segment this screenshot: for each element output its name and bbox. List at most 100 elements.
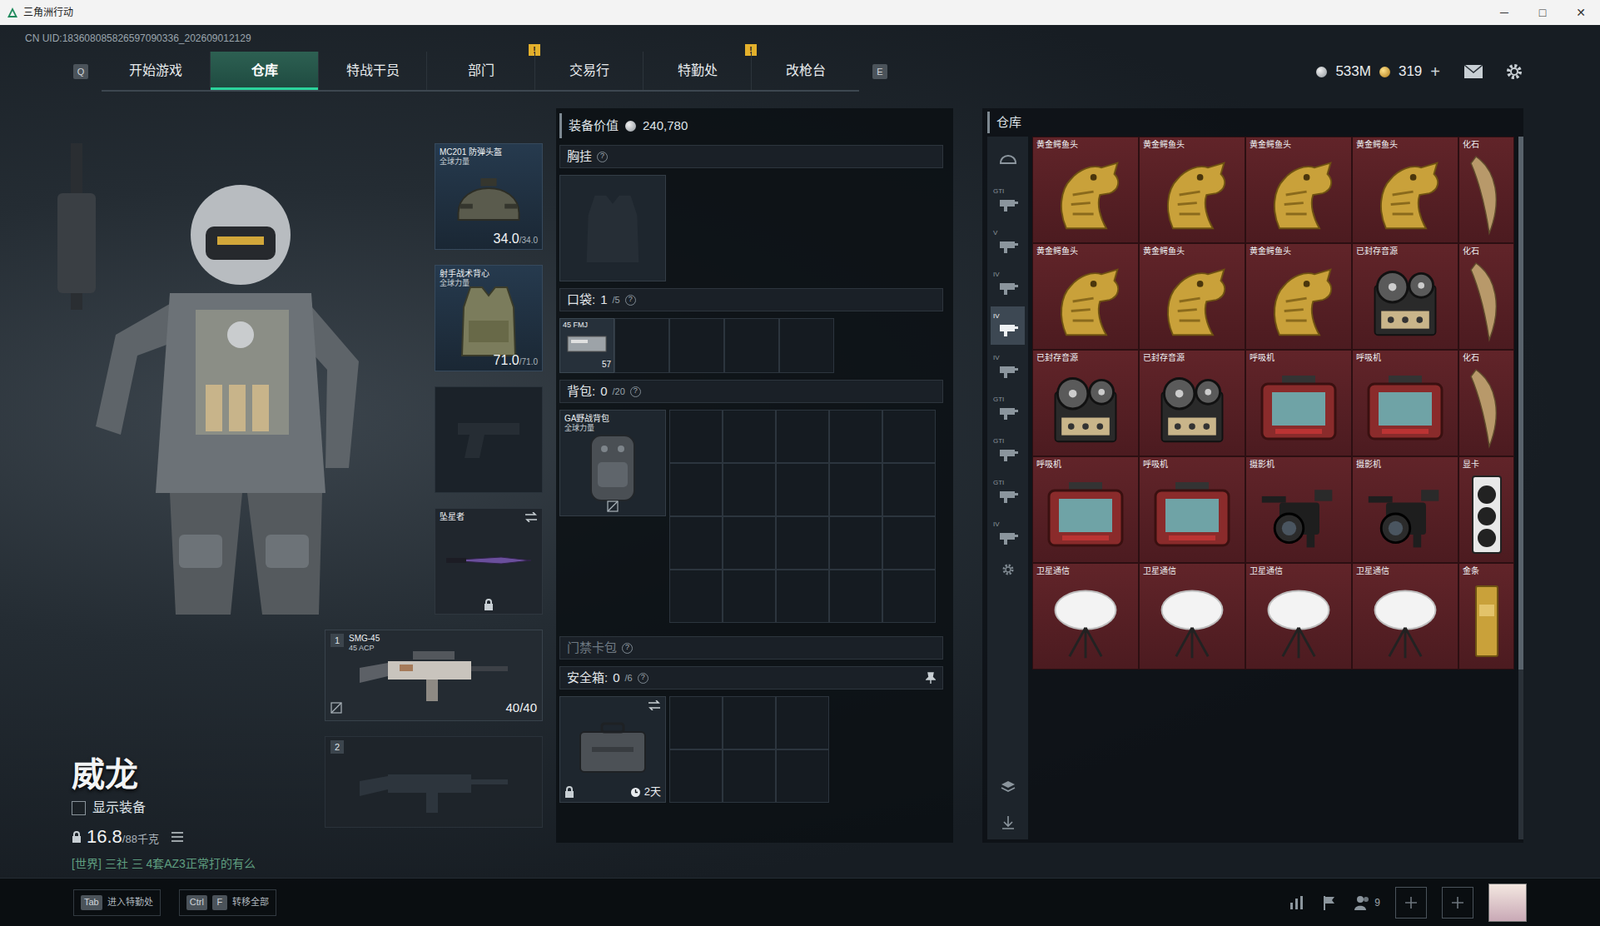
grid-cell[interactable] [775,749,830,803]
category-tab[interactable]: GTI [990,472,1025,512]
scrollbar[interactable] [1518,136,1524,840]
pocket-slot[interactable] [669,318,725,373]
settings-gear-icon[interactable] [1505,62,1524,81]
nav-tab[interactable]: 仓库 [209,51,319,90]
friends-button[interactable]: 9 [1352,894,1381,911]
warehouse-item[interactable]: 化石 [1458,243,1515,350]
safe-box-slot[interactable]: 2天 [559,695,666,803]
help-icon[interactable]: ? [630,386,641,398]
scrollbar-thumb[interactable] [1518,136,1524,670]
warehouse-item[interactable]: 显卡 [1458,456,1515,563]
warehouse-item[interactable]: 黄金鳄鱼头 [1032,243,1139,350]
checkbox[interactable] [71,800,86,815]
help-icon[interactable]: ? [596,151,608,163]
window-control[interactable]: ─ [1485,0,1524,25]
grid-cell[interactable] [829,569,883,623]
grid-cell[interactable] [829,462,883,517]
invite-slot[interactable] [1441,886,1474,919]
invite-slot[interactable] [1395,886,1427,919]
pin-icon[interactable] [925,671,936,684]
warehouse-item[interactable]: 摄影机 [1245,456,1352,563]
grid-cell[interactable] [722,462,776,517]
warehouse-item[interactable]: 已封存音源 [1138,349,1246,457]
grid-cell[interactable] [722,569,776,623]
warehouse-item[interactable]: 卫星通信 [1245,562,1352,670]
grid-cell[interactable] [669,569,723,623]
warehouse-item[interactable]: 黄金鳄鱼头 [1245,243,1352,350]
stats-chart-icon[interactable] [1287,894,1307,911]
warehouse-item[interactable]: 黄金鳄鱼头 [1032,136,1139,244]
warehouse-item[interactable]: 卫星通信 [1351,562,1459,670]
grid-cell[interactable] [669,749,723,803]
show-gear-toggle[interactable]: 显示装备 [71,797,322,818]
nav-tab[interactable]: 部门! [426,51,535,90]
grid-cell[interactable] [669,409,723,463]
swap-icon[interactable] [524,511,538,522]
category-tab[interactable]: GTI [990,389,1025,428]
nav-tab[interactable]: 交易行 [534,51,643,90]
list-icon[interactable] [170,830,184,843]
grid-cell[interactable] [829,516,883,570]
key-hint[interactable]: CtrlF转移全部 [178,889,277,916]
add-currency-button[interactable]: + [1430,59,1441,85]
grid-cell[interactable] [669,462,723,517]
grid-cell[interactable] [775,409,830,463]
nav-tab[interactable]: 特战干员 [318,51,427,90]
nav-tab[interactable]: 改枪台 [750,51,860,90]
grid-cell[interactable] [722,695,776,750]
warehouse-item[interactable]: 金条 [1458,562,1515,670]
backpack-slot[interactable]: GA野战背包全球力量 [559,409,666,517]
prev-tab-key[interactable]: Q [73,64,89,80]
warehouse-item[interactable]: 已封存音源 [1032,349,1139,457]
grid-cell[interactable] [722,749,776,803]
grid-cell[interactable] [775,695,830,750]
warehouse-item[interactable]: 化石 [1458,349,1515,457]
warehouse-item[interactable]: 已封存音源 [1351,243,1459,350]
swap-icon[interactable] [647,700,661,711]
warehouse-item[interactable]: 黄金鳄鱼头 [1138,243,1246,350]
grid-cell[interactable] [722,409,776,463]
weapon-slot[interactable]: 2 [324,735,543,828]
player-avatar[interactable] [1488,883,1527,922]
chest-rig-slot[interactable] [559,174,666,282]
category-settings-gear-icon[interactable] [1001,562,1015,577]
grid-cell[interactable] [669,516,723,570]
category-tab[interactable]: V [990,223,1025,262]
grid-cell[interactable] [775,462,830,517]
category-tab[interactable]: IV [990,347,1025,387]
pocket-slot[interactable] [779,318,835,373]
window-control[interactable]: □ [1523,0,1562,25]
warehouse-item[interactable]: 卫星通信 [1032,562,1139,670]
stack-layers-icon[interactable] [999,779,1017,795]
melee-slot[interactable]: 坠星者 [434,507,543,615]
grid-cell[interactable] [882,569,936,623]
help-icon[interactable]: ? [625,294,637,306]
grid-cell[interactable] [882,409,936,463]
grid-cell[interactable] [722,516,776,570]
warehouse-item[interactable]: 卫星通信 [1138,562,1246,670]
window-control[interactable]: ✕ [1561,0,1600,25]
warehouse-item[interactable]: 呼吸机 [1138,456,1246,563]
category-tab[interactable]: IV [990,306,1025,345]
warehouse-item[interactable]: 呼吸机 [1245,349,1352,457]
help-icon[interactable]: ? [621,642,633,654]
grid-cell[interactable] [775,569,830,623]
mail-icon[interactable] [1463,64,1484,80]
category-tab[interactable]: IV [990,514,1025,553]
warehouse-item[interactable]: 黄金鳄鱼头 [1245,136,1352,244]
flag-icon[interactable] [1321,894,1338,911]
category-tab[interactable]: GTI [990,181,1025,220]
category-tab[interactable]: GTI [990,431,1025,470]
grid-cell[interactable] [775,516,830,570]
warehouse-item[interactable]: 摄影机 [1351,456,1459,563]
pocket-slot[interactable]: 45 FMJ57 [559,318,615,373]
helmet-slot[interactable]: MC201 防弹头盔全球力量34.0/34.0 [434,143,543,250]
grid-cell[interactable] [882,516,936,570]
grid-cell[interactable] [669,695,723,750]
warehouse-item[interactable]: 呼吸机 [1032,456,1139,563]
warehouse-item[interactable]: 化石 [1458,136,1515,244]
category-tab[interactable] [990,139,1025,179]
category-tab[interactable]: IV [990,264,1025,304]
key-hint[interactable]: Tab进入特勤处 [73,889,161,916]
help-icon[interactable]: ? [637,672,649,684]
